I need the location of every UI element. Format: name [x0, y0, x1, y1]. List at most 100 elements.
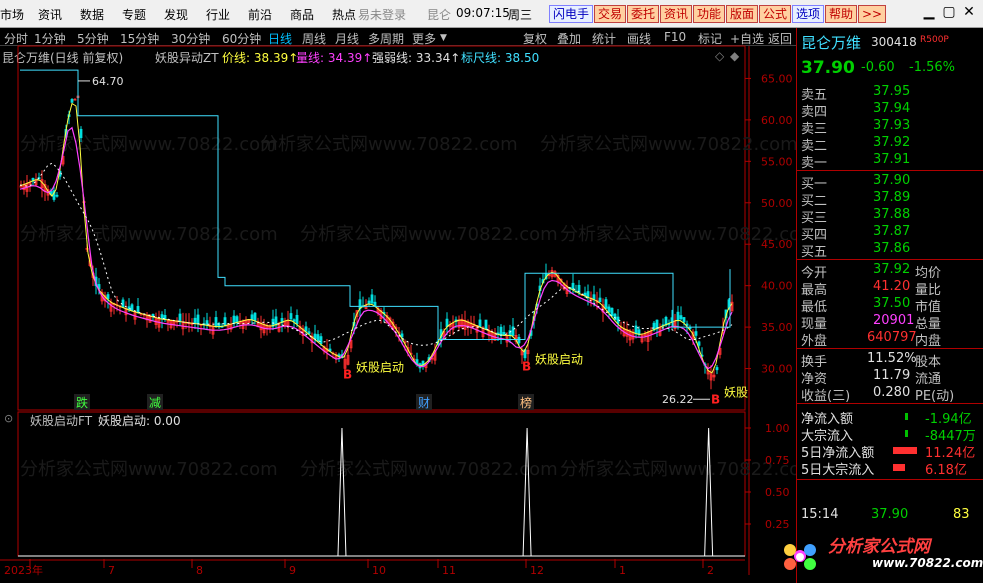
candle-body	[232, 315, 236, 324]
flow-label: 5日大宗流入	[801, 463, 875, 478]
stat-value: 0.280	[873, 385, 911, 400]
ask-price: 37.92	[873, 135, 911, 150]
flow-row: 大宗流入 -8447万	[797, 425, 983, 444]
watermark: 分析家公式网www.70822.com	[260, 134, 518, 155]
ask-price: 37.95	[873, 84, 911, 99]
x-tick-label: 9	[289, 564, 296, 577]
ask-row[interactable]: 卖一 37.91	[797, 152, 983, 171]
candle-body	[295, 314, 299, 325]
sub-y-tick-label: 0.75	[765, 454, 790, 467]
candle-body	[610, 307, 614, 317]
tick-price: 37.90	[871, 507, 909, 522]
flow-bar	[905, 413, 908, 420]
bid-row[interactable]: 买三 37.88	[797, 207, 983, 226]
bid-row[interactable]: 买四 37.87	[797, 224, 983, 243]
signal-spike	[522, 427, 532, 557]
y-tick-label: 65.00	[761, 72, 793, 85]
volume-line	[19, 126, 733, 370]
candle-body	[319, 336, 323, 345]
bid-price: 37.89	[873, 190, 911, 205]
x-tick-label: 1	[619, 564, 626, 577]
quote-header: 昆仑万维 300418 R500P	[797, 32, 983, 54]
candle-body	[253, 312, 257, 321]
quote-panel: 昆仑万维 300418 R500P 37.90 -0.60 -1.56% 卖五 3…	[796, 28, 983, 583]
candle-body	[598, 297, 602, 303]
candle-body	[196, 314, 200, 325]
y-tick-label: 35.00	[761, 321, 793, 334]
stat-label-2: PE(动)	[915, 389, 955, 404]
tick-time: 15:14	[801, 507, 839, 522]
sub-y-tick-label: 0.50	[765, 486, 790, 499]
x-tick-label: 10	[372, 564, 386, 577]
price-change-pct: -1.56%	[909, 60, 955, 75]
ask-price: 37.94	[873, 101, 911, 116]
y-tick-label: 45.00	[761, 238, 793, 251]
buy-mark: B	[343, 368, 352, 382]
stat-row: 收益(三) 0.280 PE(动)	[797, 385, 983, 404]
bid-price: 37.86	[873, 241, 911, 256]
watermark: 分析家公式网www.70822.com	[20, 459, 278, 480]
candle-body	[136, 306, 140, 313]
candle-body	[121, 299, 125, 308]
bid-row[interactable]: 买一 37.90	[797, 173, 983, 192]
bid-label: 买五	[801, 245, 828, 260]
flow-value: 6.18亿	[925, 463, 967, 478]
candle-body	[223, 317, 227, 327]
low-label: 26.22	[662, 393, 694, 406]
stock-code: 300418	[871, 35, 917, 49]
last-price: 37.90	[801, 58, 855, 78]
candle-body	[511, 326, 515, 336]
candle-body	[694, 331, 698, 336]
stat-value: 11.79	[873, 368, 911, 383]
flow-bar	[893, 464, 905, 471]
bid-price: 37.88	[873, 207, 911, 222]
watermark: 分析家公式网www.70822.com	[300, 224, 558, 245]
ask-price: 37.93	[873, 118, 911, 133]
ask-row[interactable]: 卖二 37.92	[797, 135, 983, 154]
logo-text: 分析家公式网	[828, 537, 930, 557]
ask-row[interactable]: 卖五 37.95	[797, 84, 983, 103]
event-label: 榜	[520, 395, 532, 410]
sub-y-tick-label: 1.00	[765, 422, 790, 435]
x-tick-label: 8	[196, 564, 203, 577]
sub-indicator-name[interactable]: 妖股启动FT	[30, 412, 92, 429]
candle-body	[160, 314, 164, 320]
price-change: -0.60	[861, 60, 895, 75]
ask-row[interactable]: 卖三 37.93	[797, 118, 983, 137]
candle-body	[715, 367, 719, 371]
signal-label: 妖股启动	[356, 361, 404, 375]
candle-body	[178, 313, 182, 322]
flow-row: 5日净流入额 11.24亿	[797, 442, 983, 461]
buy-mark: B	[522, 359, 531, 373]
candle-body	[604, 299, 608, 309]
stat-row: 净资 11.79 流通	[797, 368, 983, 387]
stat-label: 外盘	[801, 334, 828, 349]
collapse-icon[interactable]: ⊙	[4, 412, 13, 425]
bid-row[interactable]: 买二 37.89	[797, 190, 983, 209]
ask-row[interactable]: 卖四 37.94	[797, 101, 983, 120]
stat-row: 换手 11.52% 股本	[797, 351, 983, 370]
divider	[797, 259, 983, 260]
candle-body	[682, 317, 686, 323]
tick-row: 15:14 37.90 83	[797, 507, 983, 524]
sub-chart-border	[17, 411, 746, 557]
stock-name: 昆仑万维	[801, 34, 862, 52]
x-tick-label: 2	[707, 564, 714, 577]
stat-row: 最高 41.20 量比	[797, 279, 983, 298]
stat-value: 11.52%	[867, 351, 917, 366]
bid-price: 37.87	[873, 224, 911, 239]
event-label: 跌	[76, 395, 88, 410]
flow-bar	[893, 447, 917, 454]
candle-body	[193, 317, 197, 324]
x-tick-label: 11	[442, 564, 456, 577]
candle-body	[697, 341, 701, 346]
candle-body	[607, 306, 611, 313]
sub-chart	[18, 427, 745, 557]
candle-body	[634, 325, 638, 334]
divider	[797, 479, 983, 480]
candle-body	[499, 326, 503, 336]
flow-row: 净流入额 -1.94亿	[797, 408, 983, 427]
watermark: 分析家公式网www.70822.com	[540, 134, 798, 155]
candle-body	[106, 294, 110, 300]
bid-row[interactable]: 买五 37.86	[797, 241, 983, 260]
